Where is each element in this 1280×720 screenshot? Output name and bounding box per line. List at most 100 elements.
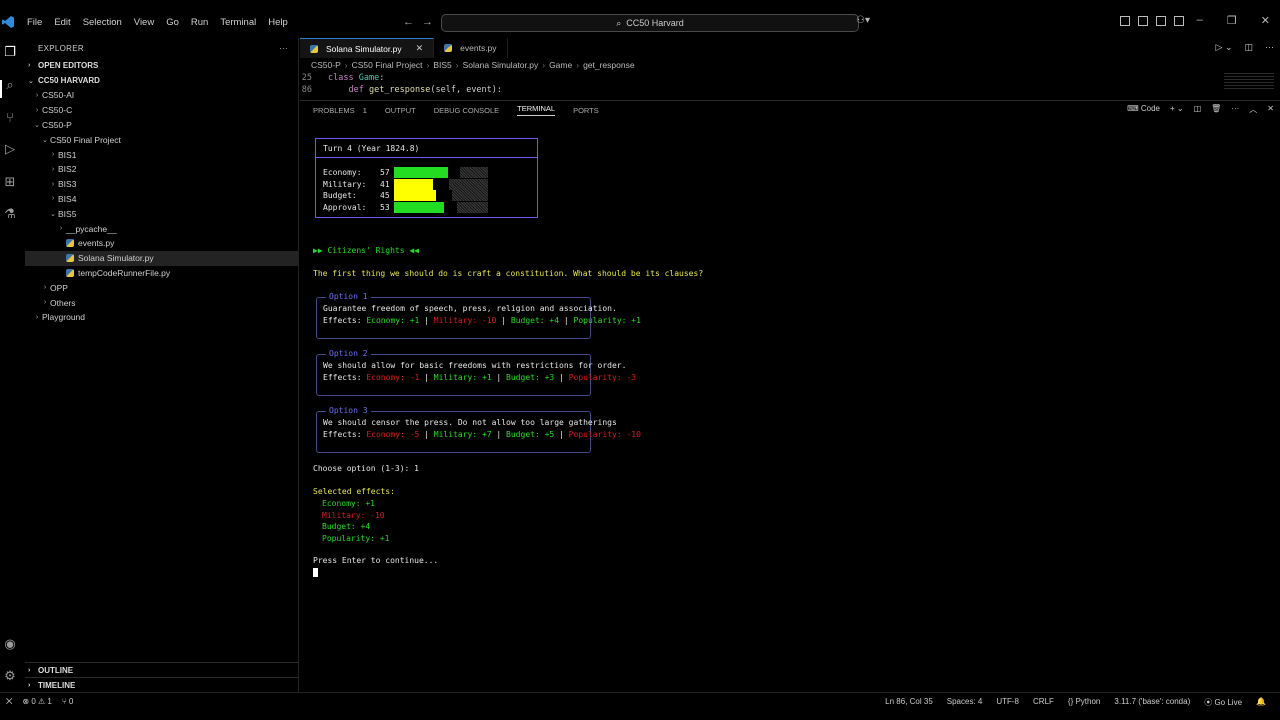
copilot-icon[interactable]: ⚇▾ <box>856 15 870 26</box>
chevron-right-icon: › <box>28 666 31 674</box>
menu-item-go[interactable]: Go <box>160 17 185 28</box>
chevron-right-icon: › <box>51 195 55 203</box>
outline-section[interactable]: › OUTLINE <box>25 662 299 677</box>
menu-item-selection[interactable]: Selection <box>77 17 128 28</box>
remote-icon[interactable]: ⨉ <box>6 697 12 707</box>
terminal-instance[interactable]: ⌨ Code <box>1127 104 1160 115</box>
more-actions-icon[interactable]: ··· <box>1265 42 1274 53</box>
editor-tab[interactable]: events.py <box>434 38 508 58</box>
kill-terminal-icon[interactable]: 🗑 <box>1211 104 1221 115</box>
file-item[interactable]: tempCodeRunnerFile.py <box>25 266 298 281</box>
selected-effect: Economy: +1 <box>322 499 375 508</box>
file-item[interactable]: Solana Simulator.py <box>25 250 298 266</box>
menu-item-edit[interactable]: Edit <box>48 17 76 28</box>
extensions-icon[interactable]: ⊞ <box>2 174 18 190</box>
run-file-icon[interactable]: ▷ ⌄ <box>1216 42 1233 53</box>
stat-value: 57 <box>380 168 390 177</box>
stat-label: Approval: <box>323 202 367 212</box>
panel-tab-debug-console[interactable]: DEBUG CONSOLE <box>434 106 499 115</box>
run-debug-icon[interactable]: ▷ <box>2 141 18 157</box>
tree-item-label: OPP <box>50 282 68 293</box>
toggle-panel-icon[interactable] <box>1156 16 1166 26</box>
customize-layout-icon[interactable] <box>1120 16 1130 26</box>
chevron-right-icon: › <box>51 180 55 188</box>
code-rest: (self, event): <box>430 85 503 95</box>
folder-item[interactable]: › CS50-C <box>25 103 298 118</box>
menu-item-file[interactable]: File <box>21 17 48 28</box>
menu-item-help[interactable]: Help <box>262 17 294 28</box>
breadcrumb-item[interactable]: get_response <box>583 60 635 70</box>
folder-item[interactable]: ⌄ CS50 Final Project <box>25 132 298 147</box>
panel-tab-terminal[interactable]: TERMINAL <box>517 104 556 116</box>
folder-item[interactable]: ⌄ CS50-P <box>25 118 298 133</box>
folder-item[interactable]: › BIS2 <box>25 162 298 177</box>
accounts-icon[interactable]: ◉ <box>2 636 18 652</box>
indentation[interactable]: Spaces: 4 <box>947 697 983 708</box>
folder-item[interactable]: › BIS3 <box>25 177 298 192</box>
go-live-button[interactable]: ⦿ Go Live <box>1204 697 1242 708</box>
folder-item[interactable]: › Others <box>25 295 298 310</box>
file-item[interactable]: events.py <box>25 236 298 251</box>
menu-item-view[interactable]: View <box>128 17 160 28</box>
close-window-icon[interactable]: ✕ <box>1261 14 1270 27</box>
menu-item-run[interactable]: Run <box>185 17 214 28</box>
breadcrumb-item[interactable]: CS50-P <box>311 60 341 70</box>
code-line: 25 class Game: <box>300 72 1280 84</box>
maximize-panel-icon[interactable]: ︿ <box>1249 104 1257 115</box>
minimap[interactable] <box>1224 73 1274 91</box>
chevron-down-icon: ⌄ <box>28 77 34 85</box>
editor-tab[interactable]: Solana Simulator.py ✕ <box>300 38 435 58</box>
search-view-icon[interactable]: ⌕ <box>2 77 18 93</box>
close-panel-icon[interactable]: ✕ <box>1267 104 1274 115</box>
minimize-icon[interactable]: – <box>1197 14 1203 27</box>
panel-tab-ports[interactable]: PORTS <box>573 106 599 115</box>
folder-item[interactable]: ⌄ BIS5 <box>25 206 298 221</box>
split-terminal-icon[interactable]: ◫ <box>1194 104 1202 115</box>
panel-tab-output[interactable]: OUTPUT <box>385 106 416 115</box>
source-control-icon[interactable]: ⑂ <box>2 109 18 125</box>
encoding[interactable]: UTF-8 <box>996 697 1019 708</box>
language-mode[interactable]: {} Python <box>1068 697 1100 708</box>
breadcrumb: CS50-P › CS50 Final Project › BIS5 › Solana Si… <box>300 58 1280 72</box>
back-arrow-icon[interactable]: ← <box>403 16 414 28</box>
vscode-logo-icon <box>2 16 14 28</box>
problems-status[interactable]: ⊗ 0 ⚠ 1 <box>22 697 51 707</box>
folder-item[interactable]: › Playground <box>25 310 298 325</box>
folder-item[interactable]: › BIS4 <box>25 192 298 207</box>
folder-item[interactable]: › CS50-AI <box>25 88 298 103</box>
toggle-sidebar-icon[interactable] <box>1138 16 1148 26</box>
selected-effect: Military: -10 <box>322 510 385 520</box>
ports-status[interactable]: ⑂ 0 <box>62 697 73 707</box>
restore-icon[interactable]: ❐ <box>1227 14 1237 27</box>
breadcrumb-item[interactable]: CS50 Final Project <box>352 60 423 70</box>
option-text: Guarantee freedom of speech, press, reli… <box>323 304 617 313</box>
folder-item[interactable]: › BIS1 <box>25 147 298 162</box>
workspace-section[interactable]: ⌄ CC50 HARVARD <box>25 73 298 88</box>
folder-item[interactable]: › __pycache__ <box>25 221 298 236</box>
breadcrumb-item[interactable]: BIS5 <box>433 60 451 70</box>
open-editors-section[interactable]: › OPEN EDITORS <box>25 58 298 73</box>
panel-tab-problems[interactable]: PROBLEMS 1 <box>313 106 367 115</box>
more-actions-icon[interactable]: ··· <box>1231 104 1239 115</box>
close-icon[interactable]: ✕ <box>416 43 424 54</box>
forward-arrow-icon[interactable]: → <box>422 16 433 28</box>
folder-item[interactable]: › OPP <box>25 280 298 295</box>
breadcrumb-item[interactable]: Game <box>549 60 572 70</box>
menu-item-terminal[interactable]: Terminal <box>214 17 262 28</box>
cursor-position[interactable]: Ln 86, Col 35 <box>885 697 933 708</box>
more-actions-icon[interactable]: ··· <box>279 44 288 53</box>
python-interpreter[interactable]: 3.11.7 ('base': conda) <box>1114 697 1190 708</box>
code-view[interactable]: 25 class Game:86 def get_response (self, e… <box>300 72 1280 96</box>
end-of-line[interactable]: CRLF <box>1033 697 1054 708</box>
explorer-icon[interactable]: ❐ <box>2 44 18 60</box>
toggle-secondary-sidebar-icon[interactable] <box>1174 16 1184 26</box>
breadcrumb-item[interactable]: Solana Simulator.py <box>463 60 539 70</box>
testing-icon[interactable]: ⚗ <box>2 206 18 222</box>
timeline-section[interactable]: › TIMELINE <box>25 677 299 692</box>
notifications-icon[interactable]: 🔔 <box>1256 697 1266 708</box>
settings-gear-icon[interactable]: ⚙ <box>2 668 18 684</box>
new-terminal-icon[interactable]: + ⌄ <box>1170 104 1184 115</box>
command-center[interactable]: ⌕ CC50 Harvard <box>441 14 859 32</box>
split-editor-icon[interactable]: ◫ <box>1244 42 1253 53</box>
stat-row: Economy: 57 <box>323 167 488 178</box>
